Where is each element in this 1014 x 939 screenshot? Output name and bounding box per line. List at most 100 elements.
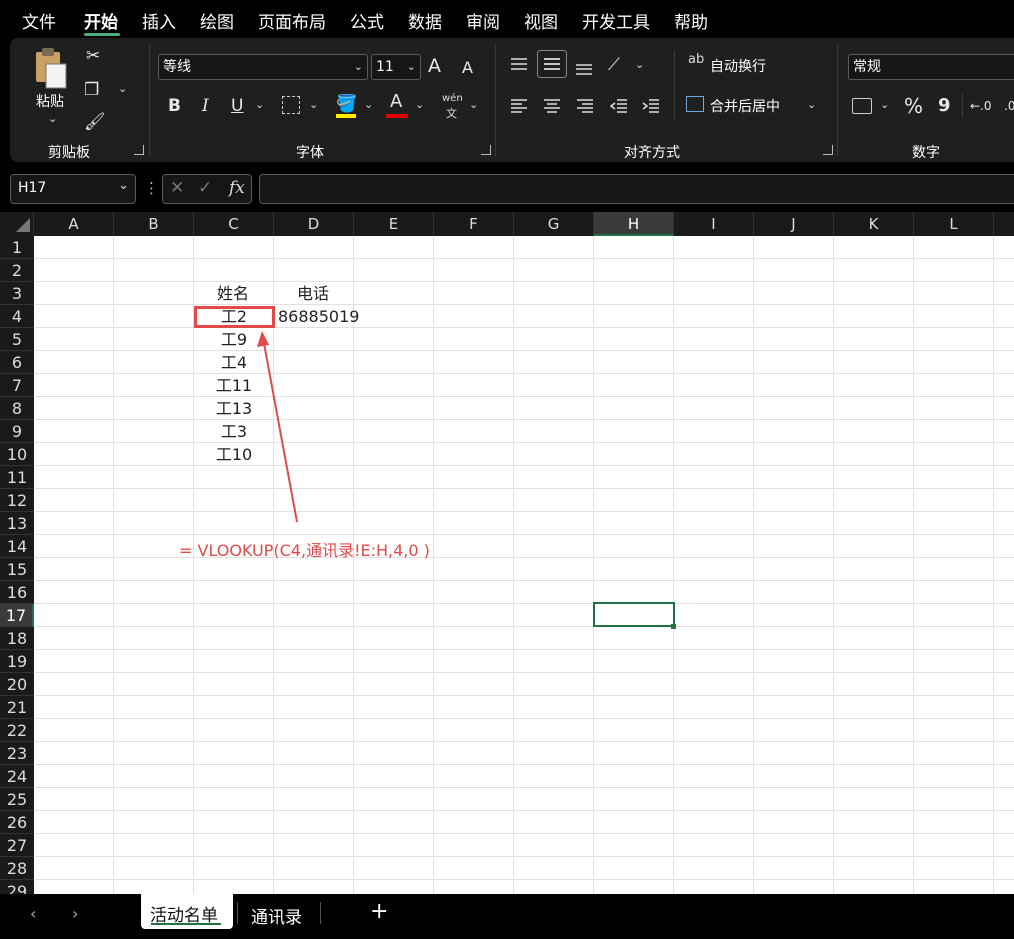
group-divider — [837, 44, 838, 156]
scroll-left-icon[interactable]: ‹ — [30, 904, 36, 923]
divider — [674, 50, 675, 120]
align-bottom-icon[interactable] — [575, 60, 593, 75]
selected-cell-h17[interactable] — [593, 602, 675, 627]
format-painter-icon[interactable]: 🖌 — [84, 112, 106, 132]
chevron-down-icon: ⌄ — [353, 60, 363, 73]
decrease-indent-icon[interactable] — [609, 98, 628, 113]
menu-data[interactable]: 数据 — [408, 8, 442, 33]
annotation-formula: = VLOOKUP(C4,通讯录!E:H,4,0 ) — [179, 541, 430, 560]
currency-icon[interactable] — [852, 98, 872, 114]
underline-dropdown-icon[interactable]: ⌄ — [255, 98, 264, 111]
paste-dropdown-icon[interactable]: ⌄ — [48, 112, 57, 125]
font-name-select[interactable]: 等线 ⌄ — [158, 54, 368, 80]
menu-developer[interactable]: 开发工具 — [582, 8, 650, 33]
paste-label[interactable]: 粘贴 — [36, 91, 64, 111]
align-center-icon[interactable] — [543, 98, 561, 113]
formula-input[interactable] — [259, 174, 1014, 204]
italic-icon[interactable]: I — [202, 96, 209, 116]
fill-color-dropdown-icon[interactable]: ⌄ — [364, 98, 373, 111]
font-name-value: 等线 — [163, 59, 191, 75]
align-top-icon[interactable] — [510, 56, 528, 70]
number-format-select[interactable]: 常规 — [848, 54, 1014, 80]
menu-file[interactable]: 文件 — [22, 8, 56, 33]
menu-formulas[interactable]: 公式 — [350, 8, 384, 33]
menu-home[interactable]: 开始 — [84, 8, 118, 33]
merge-dropdown-icon[interactable]: ⌄ — [807, 98, 816, 111]
paste-icon[interactable] — [32, 46, 72, 96]
shrink-font-icon[interactable]: A — [462, 58, 473, 78]
decrease-decimal-icon[interactable]: .0 — [1004, 96, 1014, 116]
font-launcher-icon[interactable] — [481, 145, 491, 155]
font-group-label: 字体 — [296, 145, 324, 161]
grow-font-icon[interactable]: A — [428, 56, 441, 76]
percent-icon[interactable]: % — [904, 96, 923, 116]
more-options-icon[interactable]: ⋮ — [144, 179, 159, 197]
cut-icon[interactable]: ✂ — [86, 46, 100, 66]
formula-controls: ✕ ✓ fx — [162, 174, 252, 204]
divider — [962, 94, 963, 118]
align-right-icon[interactable] — [576, 98, 594, 113]
annotation-arrow-icon — [257, 331, 298, 523]
phonetic-icon[interactable]: 文 — [446, 105, 457, 121]
borders-icon[interactable] — [282, 96, 300, 114]
increase-indent-icon[interactable] — [642, 98, 660, 113]
currency-dropdown-icon[interactable]: ⌄ — [880, 98, 889, 111]
sheet-tab-active[interactable]: 活动名单 — [141, 894, 233, 929]
group-divider — [149, 44, 150, 156]
menu-page-layout[interactable]: 页面布局 — [258, 8, 326, 33]
sheet-tab-bar: ‹ › 活动名单 通讯录 + — [0, 894, 1014, 939]
menu-help[interactable]: 帮助 — [674, 8, 708, 33]
chevron-down-icon: ⌄ — [118, 178, 129, 193]
phonetic-dropdown-icon[interactable]: ⌄ — [469, 98, 478, 111]
enter-icon[interactable]: ✓ — [198, 178, 212, 198]
ribbon: 粘贴 ⌄ ✂ ❐ ⌄ 🖌 剪贴板 等线 ⌄ 11 ⌄ A A B I U ⌄ ⌄… — [10, 38, 1014, 162]
borders-dropdown-icon[interactable]: ⌄ — [309, 98, 318, 111]
copy-icon[interactable]: ❐ — [84, 80, 99, 100]
comma-style-icon[interactable]: 9 — [938, 96, 951, 116]
name-box-value: H17 — [18, 180, 47, 196]
tab-divider — [320, 902, 321, 924]
wrap-text-button[interactable]: 自动换行 — [710, 56, 766, 76]
fill-color-icon[interactable]: 🪣 — [336, 94, 357, 114]
menu-review[interactable]: 审阅 — [466, 8, 500, 33]
fill-handle[interactable] — [671, 624, 676, 629]
font-color-swatch — [386, 114, 408, 118]
align-middle-button[interactable] — [537, 50, 567, 78]
group-divider — [495, 44, 496, 156]
menu-draw[interactable]: 绘图 — [200, 8, 234, 33]
active-tab-indicator — [84, 33, 120, 36]
orientation-icon[interactable]: ⟋ — [608, 55, 620, 75]
increase-decimal-icon[interactable]: ←.0 — [970, 96, 992, 116]
clipboard-group-label: 剪贴板 — [48, 145, 90, 161]
fill-color-swatch — [336, 114, 356, 118]
scroll-right-icon[interactable]: › — [72, 904, 78, 923]
underline-icon[interactable]: U — [231, 96, 243, 116]
align-left-icon[interactable] — [510, 98, 528, 113]
insert-function-icon[interactable]: fx — [229, 178, 245, 198]
menu-view[interactable]: 视图 — [524, 8, 558, 33]
merge-center-button[interactable]: 合并后居中 — [710, 96, 780, 116]
alignment-launcher-icon[interactable] — [823, 145, 833, 155]
font-color-icon[interactable]: A — [390, 92, 402, 112]
font-size-select[interactable]: 11 ⌄ — [371, 54, 421, 80]
font-size-value: 11 — [376, 59, 394, 75]
merge-center-icon[interactable] — [686, 96, 704, 112]
orientation-dropdown-icon[interactable]: ⌄ — [635, 58, 644, 71]
active-tab-underline — [151, 923, 221, 925]
bold-icon[interactable]: B — [168, 96, 181, 116]
font-color-dropdown-icon[interactable]: ⌄ — [415, 98, 424, 111]
menu-insert[interactable]: 插入 — [142, 8, 176, 33]
phonetic-top-label: wén — [442, 93, 463, 104]
name-box[interactable]: H17 ⌄ — [10, 174, 136, 204]
clipboard-launcher-icon[interactable] — [134, 145, 144, 155]
tab-divider — [237, 902, 238, 924]
add-sheet-icon[interactable]: + — [370, 899, 388, 924]
sheet-tab-contacts[interactable]: 通讯录 — [251, 903, 302, 928]
number-format-value: 常规 — [853, 59, 881, 75]
copy-dropdown-icon[interactable]: ⌄ — [118, 82, 127, 95]
chevron-down-icon: ⌄ — [406, 60, 416, 73]
worksheet-grid[interactable]: ABCDEFGHIJKL 1 2 3 4 5 6 7 8 9 10 11 12 13 14 15 16 17 18… — [0, 212, 1014, 894]
alignment-group-label: 对齐方式 — [624, 145, 680, 161]
cancel-icon[interactable]: ✕ — [170, 178, 184, 198]
wrap-text-icon[interactable]: ab — [688, 52, 704, 67]
